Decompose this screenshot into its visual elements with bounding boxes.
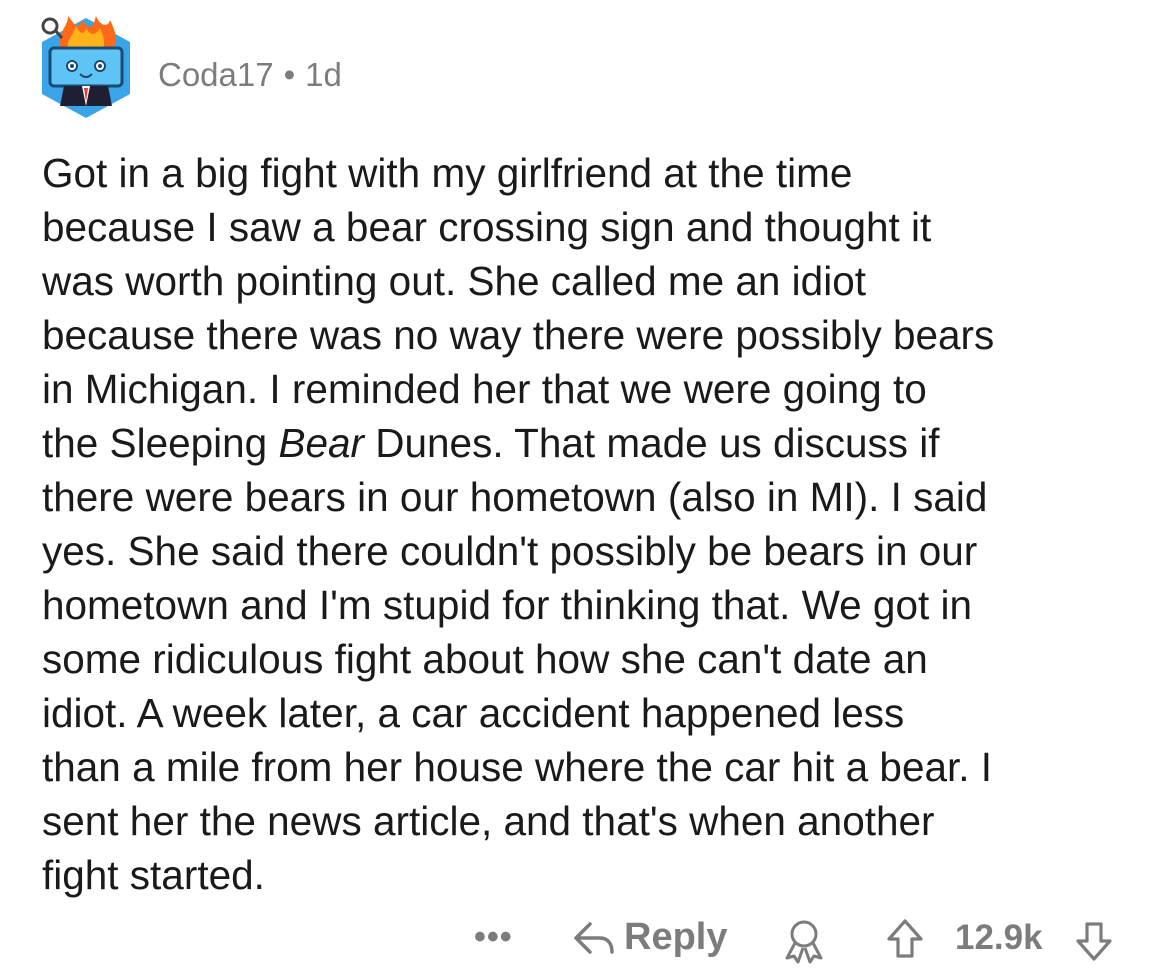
meta-separator: • xyxy=(283,56,296,93)
comment-line: sent her the news article, and that's wh… xyxy=(42,798,935,844)
downvote-arrow-icon xyxy=(1076,922,1112,961)
comment-line: hometown and I'm stupid for thinking tha… xyxy=(42,582,972,628)
comment-line-emphasis: Bear xyxy=(278,420,364,466)
reply-arrow-icon xyxy=(574,921,614,954)
comment-line-post: Dunes. That made us discuss if xyxy=(364,420,940,466)
comment-line: there were bears in our hometown (also i… xyxy=(42,474,988,520)
comment-header: Coda17 • 1d xyxy=(38,10,738,125)
comment-line: than a mile from her house where the car… xyxy=(42,744,993,790)
upvote-button[interactable] xyxy=(885,918,925,960)
comment-meta: Coda17 • 1d xyxy=(158,56,342,94)
comment-line: was worth pointing out. She called me an… xyxy=(42,258,866,304)
more-options-button[interactable]: ••• xyxy=(474,918,513,957)
comment-line: yes. She said there couldn't possibly be… xyxy=(42,528,978,574)
reply-label: Reply xyxy=(624,916,728,958)
comment-line: in Michigan. I reminded her that we were… xyxy=(42,366,927,412)
vote-score: 12.9k xyxy=(955,918,1043,957)
comment-line: some ridiculous fight about how she can'… xyxy=(42,636,928,682)
award-icon xyxy=(785,920,823,964)
comment-line: because there was no way there were poss… xyxy=(42,312,995,358)
award-button[interactable] xyxy=(781,918,827,964)
comment-line: idiot. A week later, a car accident happ… xyxy=(42,690,905,736)
comment-actions: ••• Reply 12.9k xyxy=(0,912,1170,968)
comment-line: the Sleeping Bear Dunes. That made us di… xyxy=(42,416,1137,470)
comment-line: fight started. xyxy=(42,852,265,898)
comment-line-pre: the Sleeping xyxy=(42,420,279,466)
comment-line: Got in a big fight with my girlfriend at… xyxy=(42,150,853,196)
comment-body: Got in a big fight with my girlfriend at… xyxy=(42,146,1137,902)
comment-age: 1d xyxy=(305,56,342,93)
user-avatar[interactable] xyxy=(38,10,134,125)
username[interactable]: Coda17 xyxy=(158,56,274,93)
downvote-button[interactable] xyxy=(1074,920,1114,962)
reply-button[interactable]: Reply xyxy=(572,916,727,959)
upvote-arrow-icon xyxy=(887,919,923,958)
comment-line: because I saw a bear crossing sign and t… xyxy=(42,204,932,250)
